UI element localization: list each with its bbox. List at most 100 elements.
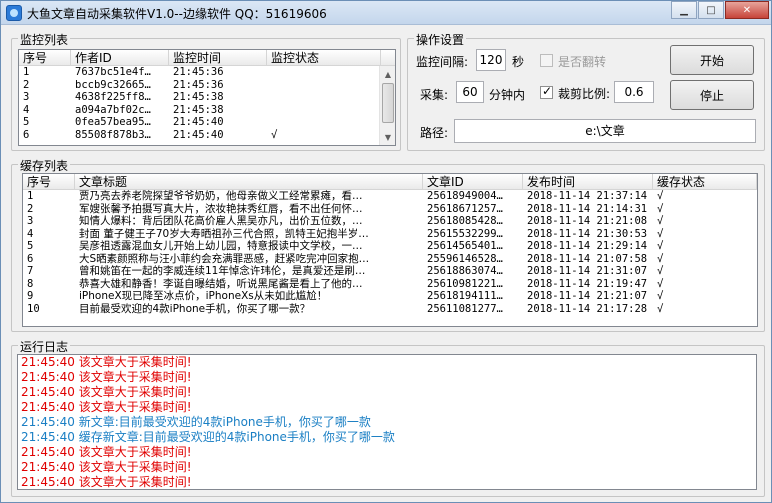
table-cell: 2 bbox=[23, 78, 30, 91]
table-cell: 25614565401… bbox=[427, 240, 503, 252]
table-row[interactable]: 5 吴彦祖透露混血女儿开始上幼儿园，特意报读中文学校，一… 25614565401…… bbox=[23, 240, 757, 253]
table-cell bbox=[267, 66, 381, 79]
table-cell: 贾乃亮去养老院探望爷爷奶奶，他母亲做义工经常累瘫，看… bbox=[79, 190, 363, 202]
table-cell: 2018-11-14 21:31:07 bbox=[527, 265, 648, 277]
col-header-index[interactable]: 序号 bbox=[19, 50, 71, 65]
table-cell: 85508f878b3… bbox=[75, 128, 151, 141]
table-row[interactable]: 4 a094a7bf02c… 21:45:38 bbox=[19, 104, 395, 117]
table-cell: 2018-11-14 21:19:47 bbox=[527, 277, 648, 290]
table-cell: 21:45:40 bbox=[173, 128, 224, 141]
table-row[interactable]: 9 iPhoneX现已降至冰点价，iPhoneXs从未如此尴尬！ 256181941… bbox=[23, 290, 757, 303]
col-header-article-id[interactable]: 文章ID bbox=[423, 174, 523, 189]
table-row[interactable]: 1 贾乃亮去养老院探望爷爷奶奶，他母亲做义工经常累瘫，看… 25618949004…… bbox=[23, 190, 757, 203]
table-cell: √ bbox=[657, 202, 664, 215]
col-header-author-id[interactable]: 作者ID bbox=[71, 50, 169, 65]
maximize-button[interactable]: □ bbox=[698, 1, 724, 19]
table-row[interactable]: 8 恭喜大雄和静香！李诞自曝结婚，听说黑尾酱是看上了他的… 25610981221…… bbox=[23, 278, 757, 291]
crop-checkbox[interactable] bbox=[540, 84, 553, 99]
log-line: 21:45:40 该文章大于采集时间! bbox=[21, 355, 192, 369]
table-row[interactable]: 2 军嫂张馨予拍摄写真大片，浓妆艳抹秀红唇，看不出任何怀… 25618671257…… bbox=[23, 203, 757, 216]
table-cell: 4 bbox=[23, 103, 30, 116]
cache-table-body: 1 贾乃亮去养老院探望爷爷奶奶，他母亲做义工经常累瘫，看… 25618949004…… bbox=[23, 190, 757, 315]
table-cell: 恭喜大雄和静香！李诞自曝结婚，听说黑尾酱是看上了他的… bbox=[79, 277, 363, 290]
table-cell: 21:45:36 bbox=[173, 66, 224, 78]
table-cell: 大S晒素颜照称与汪小菲约会充满罪恶感，赶紧吃完冲回家抱… bbox=[79, 252, 370, 265]
flip-label: 是否翻转 bbox=[558, 55, 607, 69]
table-cell: 0fea57bea95… bbox=[75, 116, 151, 128]
col-header-monitor-time[interactable]: 监控时间 bbox=[169, 50, 267, 65]
interval-input[interactable]: 120 bbox=[476, 49, 506, 71]
table-cell bbox=[267, 79, 381, 92]
scroll-down-icon[interactable]: ▼ bbox=[380, 129, 395, 145]
col-header-article-title[interactable]: 文章标题 bbox=[75, 174, 423, 189]
table-cell: bccb9c32665… bbox=[75, 78, 151, 91]
table-cell: 3 bbox=[23, 91, 30, 103]
table-cell: 25610981221… bbox=[427, 277, 503, 290]
table-row[interactable]: 2 bccb9c32665… 21:45:36 bbox=[19, 79, 395, 92]
table-cell: 7 bbox=[27, 265, 34, 277]
run-log-textarea[interactable]: 21:45:40 该文章大于采集时间! 21:45:40 该文章大于采集时间! 21… bbox=[17, 354, 757, 490]
start-button[interactable]: 开始 bbox=[670, 45, 754, 75]
table-cell: 2018-11-14 21:29:14 bbox=[527, 240, 648, 252]
log-line: 21:45:40 缓存新文章:目前最受欢迎的4款iPhone手机，你买了哪一款 bbox=[21, 430, 395, 444]
col-header-cache-status[interactable]: 缓存状态 bbox=[653, 174, 757, 189]
table-row[interactable]: 6 85508f878b3… 21:45:40 √ bbox=[19, 129, 395, 142]
monitor-table[interactable]: 序号 作者ID 监控时间 监控状态 1 7637bc51e4f… 21:45:36 2… bbox=[18, 49, 396, 146]
table-cell: √ bbox=[657, 290, 664, 302]
scroll-up-icon[interactable]: ▲ bbox=[380, 66, 395, 82]
interval-unit: 秒 bbox=[512, 55, 525, 69]
table-cell: √ bbox=[657, 190, 664, 202]
table-row[interactable]: 7 曾和姚笛在一起的李威连续11年悼念许玮伦，是真爱还是刷… 25618863074… bbox=[23, 265, 757, 278]
crop-input[interactable]: 0.6 bbox=[614, 81, 654, 103]
table-cell: 4 bbox=[27, 227, 34, 240]
flip-checkbox[interactable] bbox=[540, 54, 553, 67]
minimize-button[interactable]: ▁ bbox=[671, 1, 697, 19]
table-row[interactable]: 3 4638f225ff8… 21:45:38 bbox=[19, 91, 395, 104]
table-cell bbox=[267, 104, 381, 117]
table-cell: 25618194111… bbox=[427, 290, 503, 302]
stop-button[interactable]: 停止 bbox=[670, 80, 754, 110]
table-cell: √ bbox=[657, 215, 664, 227]
cache-table[interactable]: 序号 文章标题 文章ID 发布时间 缓存状态 1 贾乃亮去养老院探望爷爷奶奶，他母… bbox=[22, 173, 758, 327]
col-header-monitor-status[interactable]: 监控状态 bbox=[267, 50, 381, 65]
table-cell: iPhoneX现已降至冰点价，iPhoneXs从未如此尴尬！ bbox=[79, 290, 328, 302]
title-bar[interactable]: 大鱼文章自动采集软件V1.0--边缘软件 QQ：51619606 ▁ □ ✕ bbox=[1, 1, 771, 25]
table-cell: 25615532299… bbox=[427, 227, 503, 240]
table-row[interactable]: 1 7637bc51e4f… 21:45:36 bbox=[19, 66, 395, 79]
table-cell: 2018-11-14 21:30:53 bbox=[527, 227, 648, 240]
table-row[interactable]: 4 封面 董子健王子70岁大寿晒祖孙三代合照，凯特王妃抱半岁… 2561553229… bbox=[23, 228, 757, 241]
path-input[interactable]: e:\文章 bbox=[454, 119, 756, 143]
col-header-index[interactable]: 序号 bbox=[23, 174, 75, 189]
table-cell: 目前最受欢迎的4款iPhone手机，你买了哪一款？ bbox=[79, 302, 311, 315]
table-cell: 1 bbox=[27, 190, 34, 202]
table-cell: 25618671257… bbox=[427, 202, 503, 215]
table-cell: 知情人爆料：背后团队花高价雇人黑吴亦凡，出价五位数，… bbox=[79, 215, 363, 227]
monitor-table-scrollbar[interactable]: ▲ ▼ bbox=[379, 66, 395, 145]
table-cell: 21:45:38 bbox=[173, 91, 224, 103]
scroll-thumb[interactable] bbox=[382, 83, 394, 123]
table-cell: 1 bbox=[23, 66, 30, 78]
table-row[interactable]: 10 目前最受欢迎的4款iPhone手机，你买了哪一款？ 25611081277… 2… bbox=[23, 303, 757, 316]
collect-input[interactable]: 60 bbox=[456, 81, 484, 103]
table-row[interactable]: 6 大S晒素颜照称与汪小菲约会充满罪恶感，赶紧吃完冲回家抱… 25596146528… bbox=[23, 253, 757, 266]
col-header-publish-time[interactable]: 发布时间 bbox=[523, 174, 653, 189]
table-cell: 25596146528… bbox=[427, 252, 503, 265]
table-row[interactable]: 3 知情人爆料：背后团队花高价雇人黑吴亦凡，出价五位数，… 25618085428…… bbox=[23, 215, 757, 228]
log-line: 21:45:40 该文章大于采集时间! bbox=[21, 460, 192, 474]
table-row[interactable]: 5 0fea57bea95… 21:45:40 bbox=[19, 116, 395, 129]
cache-list-label: 缓存列表 bbox=[18, 157, 71, 174]
close-icon: ✕ bbox=[742, 4, 752, 16]
table-cell: 21:45:40 bbox=[173, 116, 224, 128]
cache-list-group: 缓存列表 序号 文章标题 文章ID 发布时间 缓存状态 1 贾乃亮去养老院探望爷爷… bbox=[11, 157, 765, 332]
table-cell: 21:45:36 bbox=[173, 78, 224, 91]
table-cell: 2018-11-14 21:14:31 bbox=[527, 202, 648, 215]
log-line: 21:45:40 该文章大于采集时间! bbox=[21, 385, 192, 399]
table-cell: 军嫂张馨予拍摄写真大片，浓妆艳抹秀红唇，看不出任何怀… bbox=[79, 202, 363, 215]
app-window: 大鱼文章自动采集软件V1.0--边缘软件 QQ：51619606 ▁ □ ✕ 监… bbox=[0, 0, 772, 503]
table-cell: 6 bbox=[23, 128, 30, 141]
table-cell: √ bbox=[657, 265, 664, 277]
run-log-label: 运行日志 bbox=[18, 338, 71, 355]
close-button[interactable]: ✕ bbox=[725, 1, 769, 19]
table-cell: 7637bc51e4f… bbox=[75, 66, 151, 78]
table-cell bbox=[267, 91, 381, 104]
